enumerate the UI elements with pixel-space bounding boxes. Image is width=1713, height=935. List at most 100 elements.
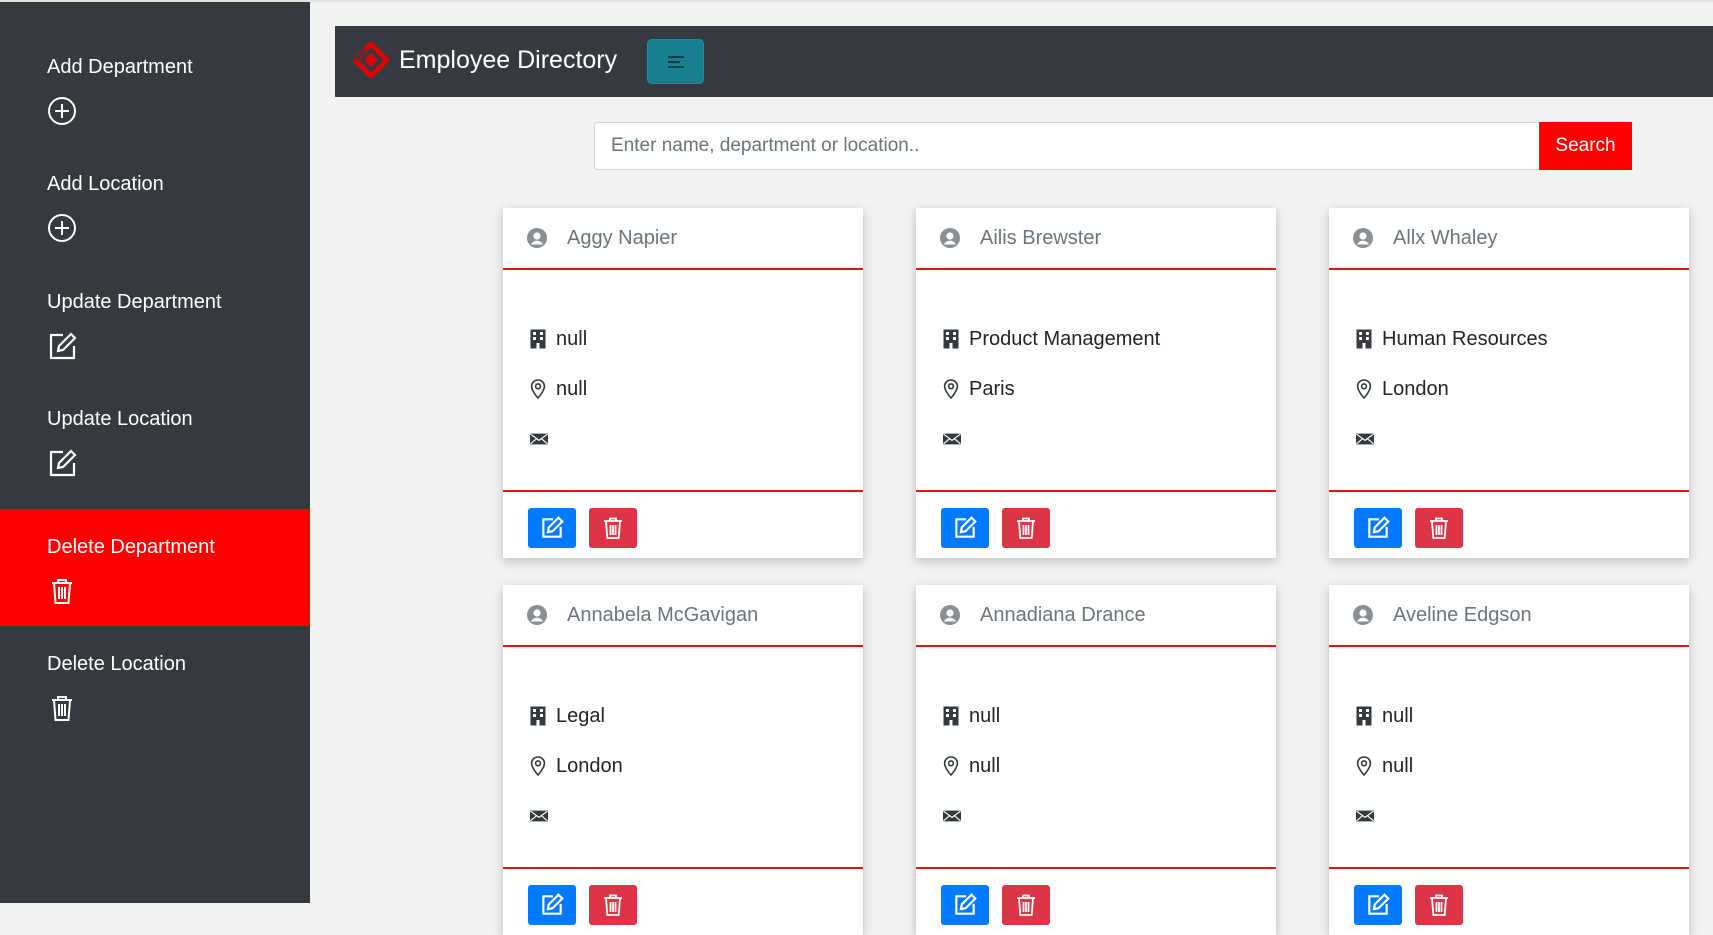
employee-card: Annadiana Drance null null	[916, 585, 1276, 935]
employee-department: Legal	[556, 704, 605, 727]
edit-employee-button[interactable]	[941, 885, 989, 925]
email-row	[530, 803, 556, 829]
card-footer	[916, 492, 1276, 558]
edit-employee-button[interactable]	[1354, 508, 1402, 548]
building-icon	[943, 706, 959, 726]
sidebar-item-label: Add Department	[47, 56, 193, 78]
employee-name: Ailis Brewster	[980, 227, 1102, 249]
building-icon	[530, 706, 546, 726]
card-header: Aggy Napier	[503, 208, 863, 270]
sidebar-item-label: Add Location	[47, 173, 164, 195]
delete-employee-button[interactable]	[589, 508, 637, 548]
trash-icon	[1014, 893, 1038, 917]
card-footer	[503, 869, 863, 935]
edit-icon	[952, 515, 978, 541]
email-row	[1356, 803, 1382, 829]
edit-employee-button[interactable]	[1354, 885, 1402, 925]
employee-card: Aveline Edgson null null	[1329, 585, 1689, 935]
employee-card: Ailis Brewster Product Management Paris	[916, 208, 1276, 558]
delete-employee-button[interactable]	[1002, 885, 1050, 925]
delete-employee-button[interactable]	[1002, 508, 1050, 548]
location-row: null	[1356, 753, 1413, 779]
delete-employee-button[interactable]	[1415, 885, 1463, 925]
map-pin-icon	[1356, 756, 1372, 776]
trash-icon	[1427, 516, 1451, 540]
sidebar-item-add-location[interactable]: Add Location	[0, 146, 310, 263]
delete-employee-button[interactable]	[1415, 508, 1463, 548]
employee-location: Paris	[969, 377, 1015, 400]
delete-employee-button[interactable]	[589, 885, 637, 925]
sidebar-item-update-department[interactable]: Update Department	[0, 264, 310, 381]
employee-name: Allx Whaley	[1393, 227, 1498, 249]
search-button[interactable]: Search	[1539, 122, 1632, 170]
edit-employee-button[interactable]	[528, 885, 576, 925]
edit-employee-button[interactable]	[528, 508, 576, 548]
trash-icon	[47, 693, 77, 723]
sidebar-item-label: Delete Department	[47, 536, 215, 558]
building-icon	[1356, 329, 1372, 349]
edit-icon	[47, 331, 77, 361]
map-pin-icon	[943, 756, 959, 776]
employee-location: null	[969, 754, 1001, 777]
card-footer	[1329, 492, 1689, 558]
sidebar-item-update-location[interactable]: Update Location	[0, 381, 310, 498]
employee-department: null	[969, 704, 1001, 727]
sidebar-item-label: Update Department	[47, 291, 222, 313]
edit-icon	[539, 515, 565, 541]
edit-employee-button[interactable]	[941, 508, 989, 548]
employee-card: Aggy Napier null null	[503, 208, 863, 558]
location-row: Paris	[943, 376, 1015, 402]
building-icon	[530, 329, 546, 349]
employee-location: null	[556, 377, 588, 400]
card-footer	[503, 492, 863, 558]
card-footer	[916, 869, 1276, 935]
employee-location: London	[556, 754, 623, 777]
edit-icon	[952, 892, 978, 918]
sidebar-item-add-department[interactable]: Add Department	[0, 29, 310, 146]
email-row	[1356, 426, 1382, 452]
trash-icon	[1427, 893, 1451, 917]
card-header: Annabela McGavigan	[503, 585, 863, 647]
envelope-icon	[943, 431, 961, 447]
user-circle-icon	[940, 605, 960, 625]
edit-icon	[1365, 515, 1391, 541]
map-pin-icon	[943, 379, 959, 399]
header-bar: Employee Directory	[335, 26, 1713, 97]
card-header: Aveline Edgson	[1329, 585, 1689, 647]
card-body: Legal London	[503, 647, 863, 869]
location-row: null	[943, 753, 1000, 779]
employee-location: London	[1382, 377, 1449, 400]
department-row: Legal	[530, 703, 605, 729]
card-body: null null	[916, 647, 1276, 869]
plus-circle-icon	[47, 96, 77, 126]
sidebar-item-delete-location[interactable]: Delete Location	[0, 626, 310, 743]
envelope-icon	[1356, 808, 1374, 824]
edit-icon	[1365, 892, 1391, 918]
app-title: Employee Directory	[399, 46, 618, 74]
sidebar-item-label: Delete Location	[47, 653, 186, 675]
location-row: London	[530, 753, 623, 779]
edit-icon	[47, 448, 77, 478]
search-input[interactable]	[594, 122, 1540, 170]
envelope-icon	[530, 431, 548, 447]
employee-department: Product Management	[969, 327, 1161, 350]
card-body: Product Management Paris	[916, 270, 1276, 492]
card-body: Human Resources London	[1329, 270, 1689, 492]
card-header: Ailis Brewster	[916, 208, 1276, 270]
menu-toggle-button[interactable]	[647, 39, 704, 84]
building-icon	[1356, 706, 1372, 726]
logo-icon	[351, 40, 391, 80]
user-circle-icon	[527, 228, 547, 248]
employee-name: Annabela McGavigan	[567, 604, 759, 626]
card-header: Allx Whaley	[1329, 208, 1689, 270]
department-row: null	[1356, 703, 1413, 729]
sidebar-item-delete-department[interactable]: Delete Department	[0, 509, 310, 626]
user-circle-icon	[1353, 605, 1373, 625]
employee-card: Allx Whaley Human Resources London	[1329, 208, 1689, 558]
employee-name: Aggy Napier	[567, 227, 678, 249]
envelope-icon	[530, 808, 548, 824]
plus-circle-icon	[47, 213, 77, 243]
department-row: Human Resources	[1356, 326, 1548, 352]
employee-card: Annabela McGavigan Legal London	[503, 585, 863, 935]
employee-department: null	[1382, 704, 1414, 727]
